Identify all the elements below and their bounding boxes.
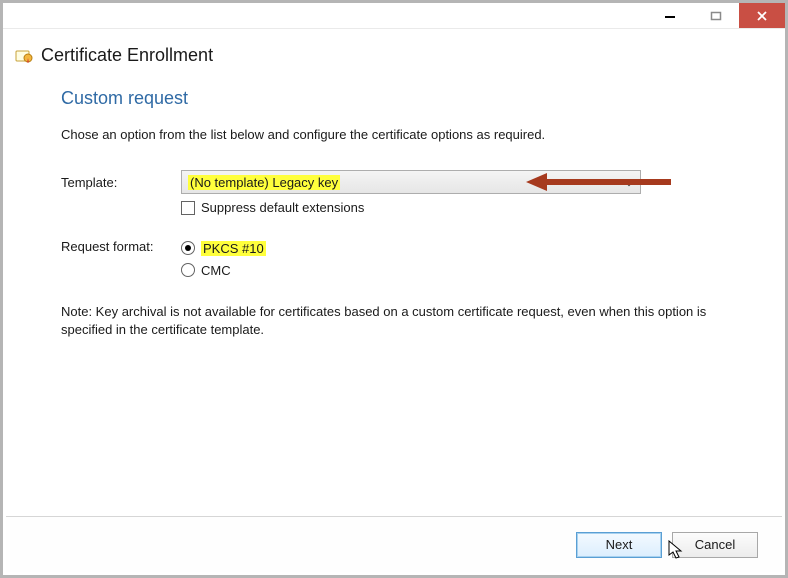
suppress-extensions-row: Suppress default extensions (181, 194, 735, 229)
suppress-extensions-checkbox[interactable] (181, 201, 195, 215)
next-button[interactable]: Next (576, 532, 662, 558)
header: Certificate Enrollment (3, 29, 785, 74)
section-heading: Custom request (61, 88, 735, 109)
titlebar (3, 3, 785, 29)
request-format-label: Request format: (61, 235, 181, 254)
radio-pkcs10[interactable] (181, 241, 195, 255)
cancel-button[interactable]: Cancel (672, 532, 758, 558)
request-format-row: Request format: PKCS #10 CMC (61, 235, 735, 281)
close-icon (756, 10, 768, 22)
button-bar: Next Cancel (6, 516, 782, 572)
template-dropdown[interactable]: (No template) Legacy key (181, 170, 641, 194)
chevron-down-icon (624, 175, 634, 190)
instruction-text: Chose an option from the list below and … (61, 127, 735, 142)
minimize-button[interactable] (647, 3, 693, 28)
radio-cmc-label: CMC (201, 263, 231, 278)
format-option-cmc[interactable]: CMC (181, 259, 735, 281)
template-row: Template: (No template) Legacy key Suppr… (61, 170, 735, 229)
content-area: Custom request Chose an option from the … (3, 74, 785, 338)
format-option-pkcs10[interactable]: PKCS #10 (181, 237, 735, 259)
maximize-icon (710, 10, 722, 22)
radio-pkcs10-label: PKCS #10 (201, 241, 266, 256)
dialog-window: Certificate Enrollment Custom request Ch… (0, 0, 788, 578)
radio-cmc[interactable] (181, 263, 195, 277)
close-button[interactable] (739, 3, 785, 28)
next-button-label: Next (606, 537, 633, 552)
maximize-button (693, 3, 739, 28)
template-value: (No template) Legacy key (188, 175, 340, 190)
window-title: Certificate Enrollment (41, 45, 213, 66)
suppress-extensions-label: Suppress default extensions (201, 200, 364, 215)
note-text: Note: Key archival is not available for … (61, 303, 735, 338)
minimize-icon (664, 10, 676, 22)
template-label: Template: (61, 171, 181, 190)
certificate-icon (15, 47, 33, 65)
cancel-button-label: Cancel (695, 537, 735, 552)
